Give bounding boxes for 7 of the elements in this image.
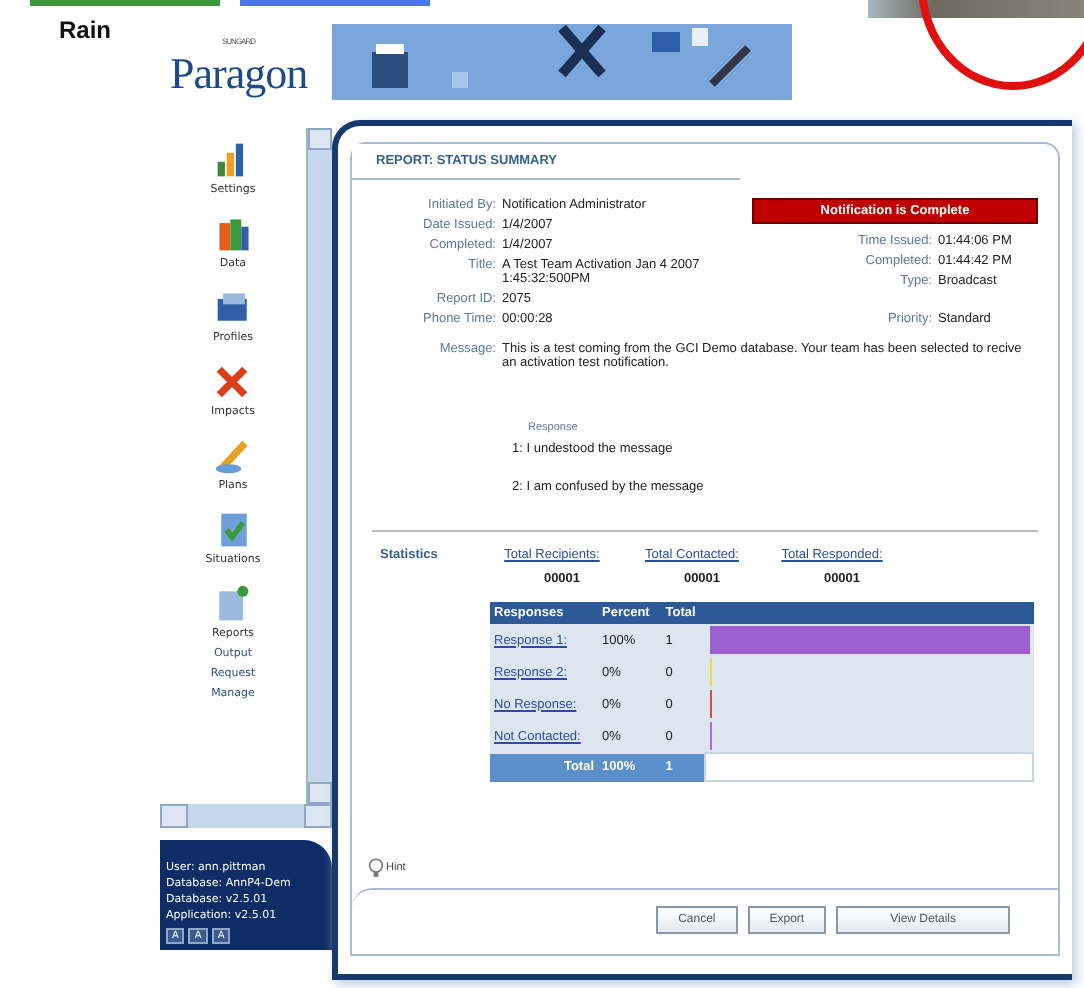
books-icon bbox=[213, 214, 253, 254]
cross-icon bbox=[212, 362, 253, 402]
pencil-icon bbox=[213, 436, 253, 476]
light-bulb-icon bbox=[368, 858, 384, 878]
vertical-scrollbar[interactable] bbox=[306, 128, 332, 804]
legend-label: Rain bbox=[58, 16, 111, 44]
horizontal-scrollbar[interactable] bbox=[160, 804, 332, 828]
